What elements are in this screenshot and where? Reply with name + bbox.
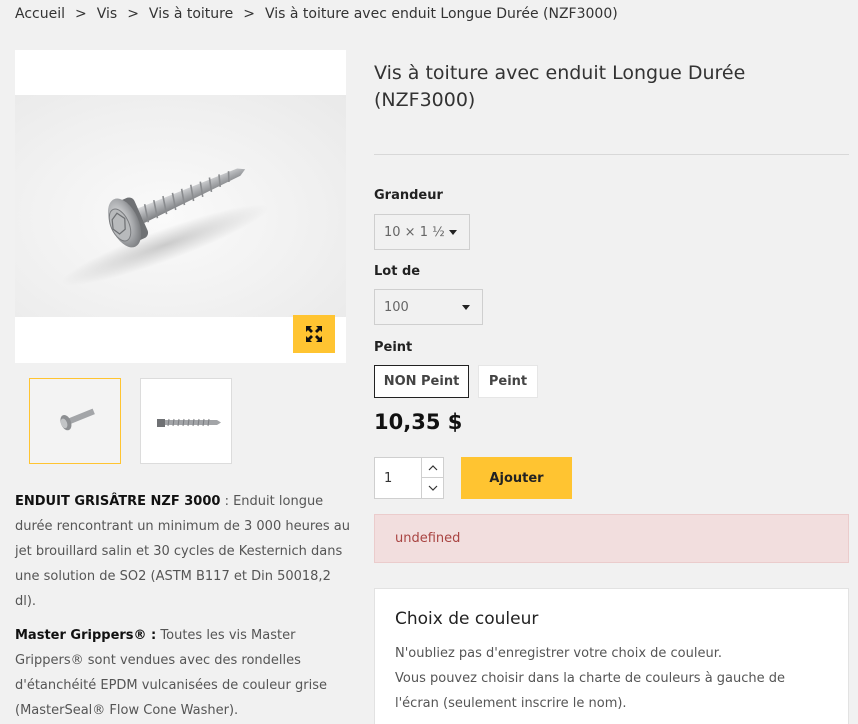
product-title: Vis à toiture avec enduit Longue Durée (… xyxy=(374,62,746,111)
description-enduit-title: ENDUIT GRISÂTRE NZF 3000 xyxy=(15,494,221,509)
breadcrumb-separator: > xyxy=(243,6,255,22)
screw-image xyxy=(61,168,269,286)
breadcrumb-vis-toiture[interactable]: Vis à toiture xyxy=(149,6,233,22)
quantity-input[interactable] xyxy=(375,458,421,498)
peint-label: Peint xyxy=(374,340,413,355)
description-enduit: ENDUIT GRISÂTRE NZF 3000 : Enduit longue… xyxy=(15,489,350,614)
product-price: 10,35 $ xyxy=(374,410,463,434)
chevron-down-icon xyxy=(428,485,437,491)
quantity-decrease-button[interactable] xyxy=(421,478,443,498)
breadcrumb-home[interactable]: Accueil xyxy=(15,6,65,22)
caret-down-icon xyxy=(462,305,470,310)
breadcrumb-current: Vis à toiture avec enduit Longue Durée (… xyxy=(264,6,618,22)
chevron-up-icon xyxy=(428,464,437,470)
thumbnail-2[interactable] xyxy=(140,378,232,464)
caret-down-icon xyxy=(449,230,457,235)
color-choice-box: Choix de couleur N'oubliez pas d'enregis… xyxy=(374,588,849,724)
description-grippers: Master Grippers® : Toutes les vis Master… xyxy=(15,623,350,723)
screw-thumbnail-image xyxy=(30,379,120,463)
lot-select-value: 100 xyxy=(384,299,409,315)
breadcrumb-vis[interactable]: Vis xyxy=(97,6,117,22)
breadcrumb-separator: > xyxy=(75,6,87,22)
breadcrumb-separator: > xyxy=(127,6,139,22)
color-choice-line2: Vous pouvez choisir dans la charte de co… xyxy=(395,671,786,711)
grandeur-select-value: 10 × 1 ½ xyxy=(384,224,445,240)
alert-text: undefined xyxy=(395,531,461,546)
description-enduit-text: : Enduit longue durée rencontrant un min… xyxy=(15,494,351,609)
quantity-stepper xyxy=(374,457,444,499)
peint-option-non-peint[interactable]: NON Peint xyxy=(374,365,469,398)
peint-option-peint[interactable]: Peint xyxy=(478,365,538,398)
description-grippers-title: Master Grippers® : xyxy=(15,628,157,643)
expand-icon xyxy=(306,326,322,342)
grandeur-label: Grandeur xyxy=(374,188,443,203)
product-main-image[interactable] xyxy=(15,50,346,363)
alert-message: undefined xyxy=(374,514,849,563)
quantity-increase-button[interactable] xyxy=(421,458,443,478)
screw-side-thumbnail-image xyxy=(141,379,231,463)
add-to-cart-button[interactable]: Ajouter xyxy=(461,457,572,499)
thumbnail-1[interactable] xyxy=(29,378,121,464)
grandeur-select[interactable]: 10 × 1 ½ xyxy=(374,214,470,250)
color-choice-title: Choix de couleur xyxy=(395,609,539,629)
product-photo xyxy=(15,95,346,317)
color-choice-line1: N'oubliez pas d'enregistrer votre choix … xyxy=(395,646,722,661)
divider xyxy=(374,154,849,155)
breadcrumb: Accueil > Vis > Vis à toiture > Vis à toiture … xyxy=(15,6,618,22)
lot-select[interactable]: 100 xyxy=(374,289,483,325)
lot-label: Lot de xyxy=(374,264,421,279)
expand-image-button[interactable] xyxy=(293,315,335,353)
